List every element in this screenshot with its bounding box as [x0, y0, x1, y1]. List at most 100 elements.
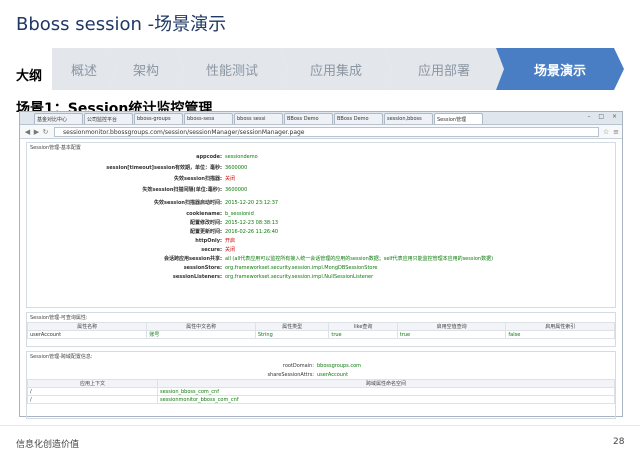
- basic-config-panel: Session管理-基本配置 appcode: sessiondemo sessio…: [26, 142, 616, 308]
- config-row: 失效session扫描间隔(单位:毫秒): 3600000: [27, 183, 615, 196]
- config-row: 配置更新时间: 2016-02-26 11:26:40: [27, 227, 615, 236]
- table-row: userAccount 账号 String true true false: [26, 330, 615, 339]
- column-header[interactable]: 跨域属性命名空间: [157, 379, 615, 388]
- config-key: sessionListeners:: [172, 273, 222, 280]
- config-row: 配置修改时间: 2015-12-23 08:38:13: [27, 218, 615, 227]
- column-header[interactable]: 应用上下文: [27, 379, 158, 388]
- config-value: b_sessionid: [225, 210, 254, 217]
- config-key: 失效session扫描间隔(单位:毫秒):: [142, 187, 222, 193]
- share-attrs-key: shareSessionAttrs:: [267, 371, 314, 378]
- slide: Bboss session -场景演示 大纲 概述 架构 性能测试 应用集成 应…: [0, 0, 640, 457]
- table-cell: true: [396, 330, 507, 339]
- query-config-panel: Session管理-可查询属性: 属性名称 属性中文名称 属性类型 like查询 启用空…: [26, 312, 616, 347]
- outline-label: 大纲: [16, 69, 43, 84]
- config-value: 3600000: [225, 164, 248, 171]
- browser-tab[interactable]: bboss-groups: [134, 113, 183, 124]
- config-value: 关闭: [225, 176, 236, 182]
- reload-icon[interactable]: ↻: [41, 128, 50, 136]
- panel-header: Session管理-基本配置: [30, 145, 81, 151]
- config-row: sessionStore: org.frameworkset.security.s…: [27, 263, 615, 272]
- step-label: 概述: [70, 63, 97, 79]
- tab-strip: 基金对比中心 公司监控平台 bboss-groups bboss-sess bb…: [20, 112, 622, 125]
- table-cell: sessionmonitor_bboss_com_cnf: [157, 395, 615, 404]
- step-label: 性能测试: [205, 63, 258, 79]
- config-row: 失效session扫描器启动时间: 2015-12-20 23:12:37: [27, 196, 615, 209]
- menu-icon[interactable]: ≡: [613, 128, 619, 136]
- config-value: org.frameworkset.security.session.impl.M…: [225, 264, 378, 271]
- forward-icon[interactable]: ▶: [32, 128, 41, 136]
- window-controls[interactable]: – □ ×: [587, 113, 620, 120]
- config-key: httpOnly:: [195, 237, 222, 244]
- column-header[interactable]: 属性名称: [26, 322, 148, 331]
- step-overview[interactable]: 概述: [52, 48, 116, 90]
- step-demo-active[interactable]: 场景演示: [496, 48, 624, 90]
- config-key: 配置修改时间:: [189, 220, 222, 226]
- config-row: 失效session扫描器: 关闭: [27, 174, 615, 183]
- step-label: 架构: [132, 63, 159, 79]
- config-value: 2015-12-23 08:38:13: [225, 219, 279, 226]
- back-icon[interactable]: ◀: [23, 128, 32, 136]
- column-header[interactable]: 启用属性索引: [505, 322, 615, 331]
- config-row: session[timeout]session有效期，单位：毫秒: 3600000: [27, 161, 615, 174]
- step-label: 场景演示: [533, 63, 586, 79]
- step-performance[interactable]: 性能测试: [176, 48, 288, 90]
- config-value: 2015-12-20 23:12:37: [225, 199, 279, 206]
- config-key: secure:: [201, 246, 222, 253]
- config-key: appcode:: [196, 153, 222, 160]
- config-key: 配置更新时间:: [189, 229, 222, 235]
- column-header[interactable]: 启用空值查询: [396, 322, 507, 331]
- root-domain-value: bbossgroups.com: [317, 362, 362, 369]
- config-row: appcode: sessiondemo: [27, 152, 615, 161]
- config-key: session[timeout]session有效期，单位：毫秒:: [106, 165, 222, 171]
- panel-header: Session管理-跨域配置信息:: [30, 354, 93, 360]
- table-cell: false: [505, 330, 615, 339]
- step-label: 应用部署: [417, 63, 470, 79]
- browser-tab[interactable]: 基金对比中心: [34, 113, 83, 124]
- browser-tab[interactable]: BBoss Demo: [284, 113, 333, 124]
- url-input[interactable]: sessionmonitor.bbossgroups.com/session/s…: [54, 126, 599, 137]
- config-key: sessionStore:: [183, 264, 222, 271]
- table-cell: String: [254, 330, 330, 339]
- page-number: 28: [613, 437, 625, 447]
- root-domain-key: rootDomain:: [282, 362, 314, 369]
- browser-tab-active[interactable]: Session管理: [434, 113, 483, 124]
- config-row: secure: 关闭: [27, 245, 615, 254]
- table-row: / session_bboss_com_cnf: [27, 387, 615, 396]
- step-architecture[interactable]: 架构: [108, 48, 184, 90]
- config-value: all (all代表应用可以监控所有接入统一会话管理的应用的session数据；…: [225, 256, 494, 262]
- browser-tab[interactable]: BBoss Demo: [334, 113, 383, 124]
- table-cell: /: [27, 387, 158, 396]
- footer-divider: [0, 425, 640, 426]
- browser-tab[interactable]: session,bboss: [384, 113, 433, 124]
- panel-header: Session管理-可查询属性:: [30, 315, 88, 321]
- config-value: org.frameworkset.security.session.impl.N…: [225, 273, 374, 280]
- share-attrs-row: shareSessionAttrs: userAccount: [27, 370, 615, 379]
- step-label: 应用集成: [309, 63, 362, 79]
- config-row: httpOnly: 开启: [27, 236, 615, 245]
- step-integration[interactable]: 应用集成: [280, 48, 392, 90]
- star-icon[interactable]: ☆: [603, 128, 609, 136]
- config-key: 会话跨应用session共享:: [163, 256, 222, 262]
- column-header[interactable]: 属性中文名称: [146, 322, 256, 331]
- table-cell: userAccount: [26, 330, 148, 339]
- browser-tab[interactable]: 公司监控平台: [84, 113, 133, 124]
- table-cell: /: [27, 395, 158, 404]
- share-attrs-value: userAccount: [317, 371, 349, 378]
- browser-window: 基金对比中心 公司监控平台 bboss-groups bboss-sess bb…: [19, 111, 623, 419]
- config-row: 会话跨应用session共享: all (all代表应用可以监控所有接入统一会话管…: [27, 254, 615, 263]
- root-domain-row: rootDomain: bbossgroups.com: [27, 361, 615, 370]
- config-value: sessiondemo: [225, 153, 258, 160]
- config-key: 失效session扫描器:: [173, 176, 222, 182]
- address-bar: ◀ ▶ ↻ sessionmonitor.bbossgroups.com/ses…: [20, 125, 622, 139]
- browser-tab[interactable]: bboss sessi: [234, 113, 283, 124]
- config-key: 失效session扫描器启动时间:: [153, 200, 222, 206]
- config-row: sessionListeners: org.frameworkset.securi…: [27, 272, 615, 281]
- footer-slogan: 信息化创造价值: [16, 440, 80, 450]
- column-header[interactable]: like查询: [328, 322, 398, 331]
- table-cell: session_bboss_com_cnf: [157, 387, 615, 396]
- query-table: 属性名称 属性中文名称 属性类型 like查询 启用空值查询 启用属性索引 userAcc…: [26, 322, 615, 339]
- config-value: 2016-02-26 11:26:40: [225, 228, 279, 235]
- column-header[interactable]: 属性类型: [254, 322, 330, 331]
- browser-tab[interactable]: bboss-sess: [184, 113, 233, 124]
- step-deployment[interactable]: 应用部署: [384, 48, 504, 90]
